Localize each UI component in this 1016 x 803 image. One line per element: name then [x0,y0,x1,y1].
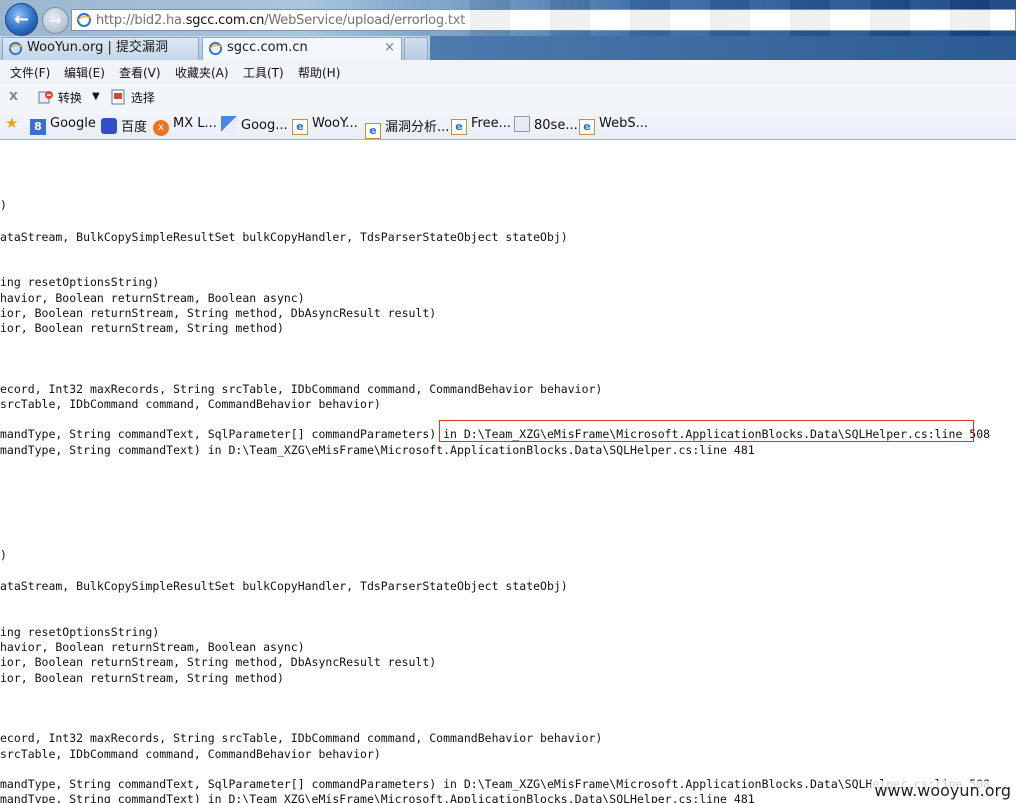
star-icon: ★ [5,114,19,132]
highlight-box [439,420,974,442]
log-line: ing resetOptionsString) [0,275,160,289]
log-line: srcTable, IDbCommand command, CommandBeh… [0,747,381,761]
tab-wooyun[interactable]: WooYun.org | 提交漏洞 [2,37,199,60]
log-line: ecord, Int32 maxRecords, String srcTable… [0,731,603,745]
convert-button[interactable]: 转换 [38,89,82,106]
fav-baidu[interactable]: 百度 [101,116,147,135]
log-line: mandType, String commandText, SqlParamet… [0,777,991,791]
address-bar[interactable]: http://bid2.ha.sgcc.com.cn/WebService/up… [71,9,1016,31]
ie-icon [8,41,23,56]
menu-help[interactable]: 帮助(H) [298,64,340,81]
menu-edit[interactable]: 编辑(E) [64,64,105,81]
page-icon [514,116,530,132]
fav-google-translate[interactable]: Goog... [221,116,288,133]
mx-icon: x [153,120,169,136]
tab-label: WooYun.org | 提交漏洞 [27,40,169,55]
fav-webs[interactable]: e WebS... [579,116,648,135]
browser-title-bar: ← → http://bid2.ha.sgcc.com.cn/WebServic… [0,0,1016,36]
log-line: ecord, Int32 maxRecords, String srcTable… [0,382,603,396]
log-line: ) [0,548,7,562]
arrow-left-icon: ← [13,9,30,30]
ie-icon: e [292,119,308,135]
log-line: ing resetOptionsString) [0,625,160,639]
log-line: mandType, String commandText) in D:\Team… [0,443,755,457]
forward-button[interactable]: → [42,7,69,34]
log-line: havior, Boolean returnStream, Boolean as… [0,640,305,654]
menu-file[interactable]: 文件(F) [10,64,50,81]
back-button[interactable]: ← [5,3,38,36]
command-toolbar: x 转换 ▼ 选择 [0,84,1016,110]
log-line: ior, Boolean returnStream, String method… [0,655,437,669]
favorites-star-button[interactable]: ★ [5,114,18,132]
log-line: ior, Boolean returnStream, String method… [0,321,284,335]
select-label: 选择 [130,91,155,105]
fav-free[interactable]: e Free... [451,116,511,135]
ie-icon: e [365,123,381,139]
close-toolbar-icon[interactable]: x [9,88,18,104]
log-line: havior, Boolean returnStream, Boolean as… [0,291,305,305]
baidu-icon [101,118,117,134]
convert-icon [38,91,53,104]
log-line: ior, Boolean returnStream, String method… [0,671,284,685]
fav-wooyun[interactable]: e WooY... [292,116,358,135]
log-line: srcTable, IDbCommand command, CommandBeh… [0,397,381,411]
fav-google[interactable]: 8 Google [30,116,96,135]
watermark: www.wooyun.org [871,781,1014,800]
page-icon [77,13,91,27]
new-tab-button[interactable] [404,37,428,60]
select-button[interactable]: 选择 [111,89,155,106]
log-line: ataStream, BulkCopySimpleResultSet bulkC… [0,579,568,593]
ie-icon: e [579,119,595,135]
fav-80sec[interactable]: 80se... [514,116,578,133]
arrow-right-icon: → [49,12,62,29]
page-content: ) ataStream, BulkCopySimpleResultSet bul… [0,140,1016,803]
google-icon: 8 [30,119,46,135]
log-line: mandType, String commandText) in D:\Team… [0,792,755,803]
menu-bar: 文件(F) 编辑(E) 查看(V) 收藏夹(A) 工具(T) 帮助(H) [0,60,1016,84]
tab-strip: WooYun.org | 提交漏洞 sgcc.com.cn × [0,36,1016,60]
ie-icon: e [451,119,467,135]
log-line: ) [0,198,7,212]
favorites-bar: ★ 8 Google 百度 x MX L... Goog... e WooY... e… [0,110,1016,140]
log-line: ior, Boolean returnStream, String method… [0,306,437,320]
address-url[interactable]: http://bid2.ha.sgcc.com.cn/WebService/up… [96,13,465,28]
menu-view[interactable]: 查看(V) [119,64,161,81]
select-icon [111,89,125,105]
tab-label: sgcc.com.cn [227,40,308,55]
log-line: ataStream, BulkCopySimpleResultSet bulkC… [0,230,568,244]
translate-icon [221,116,237,132]
fav-vuln-analysis[interactable]: e 漏洞分析... [365,116,449,139]
ie-icon [208,41,223,56]
tab-sgcc[interactable]: sgcc.com.cn × [202,37,402,60]
close-tab-icon[interactable]: × [384,38,395,58]
convert-label: 转换 [57,91,82,105]
fav-mx[interactable]: x MX L... [153,116,217,136]
menu-favorites[interactable]: 收藏夹(A) [175,64,229,81]
convert-dropdown-icon[interactable]: ▼ [92,91,100,102]
menu-tools[interactable]: 工具(T) [243,64,284,81]
